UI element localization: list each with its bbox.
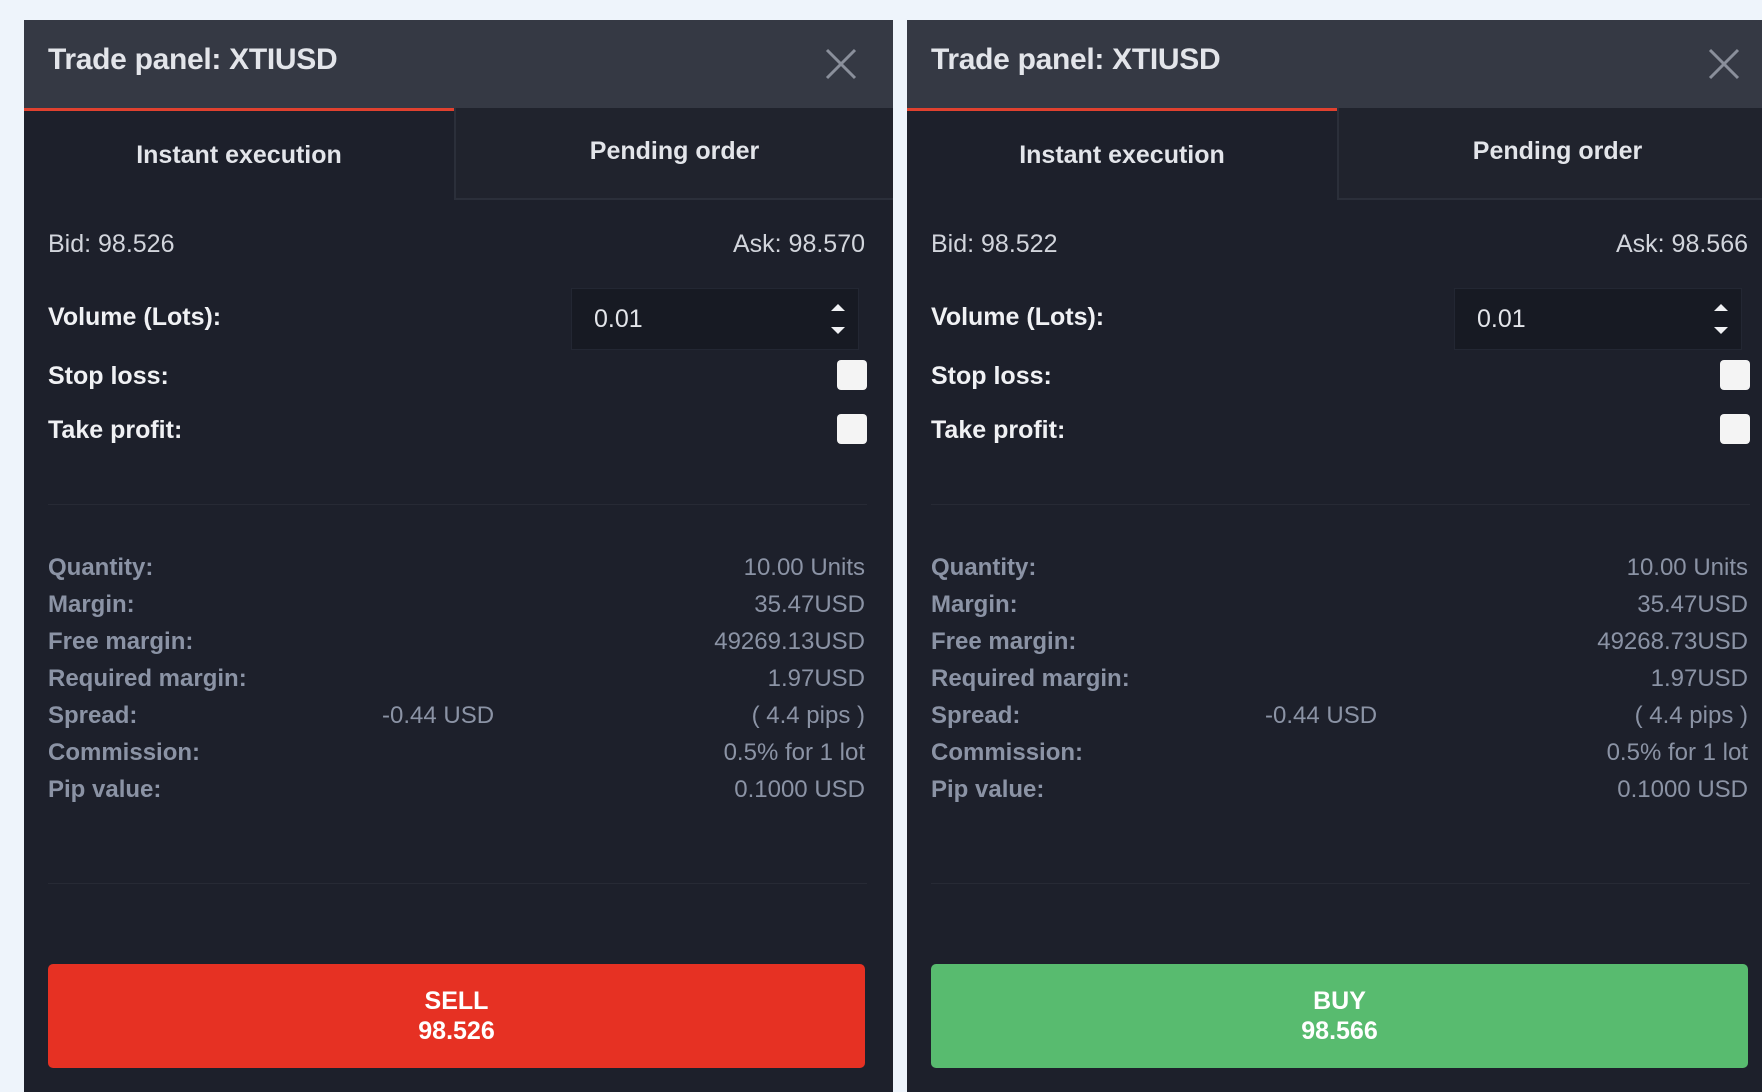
trade-panel-buy: Trade panel: XTIUSD Instant execution Pe…: [907, 20, 1762, 1092]
pip-value-value: 0.1000 USD: [734, 776, 865, 803]
info-row-pip-value: Pip value: 0.1000 USD: [931, 776, 1748, 812]
divider: [48, 883, 867, 884]
info-row-commission: Commission: 0.5% for 1 lot: [48, 739, 865, 775]
spread-label: Spread:: [48, 702, 138, 729]
volume-stepper[interactable]: 0.01: [571, 288, 859, 350]
stop-loss-label: Stop loss:: [48, 362, 169, 390]
panel-title: Trade panel: XTIUSD: [931, 43, 1221, 76]
info-row-required-margin: Required margin: 1.97USD: [48, 665, 865, 701]
stop-loss-label: Stop loss:: [931, 362, 1052, 390]
info-row-margin: Margin: 35.47USD: [48, 591, 865, 627]
chevron-up-icon[interactable]: [826, 299, 850, 317]
ask-price: Ask: 98.566: [1615, 230, 1748, 258]
quantity-label: Quantity:: [48, 554, 154, 581]
quantity-label: Quantity:: [931, 554, 1037, 581]
volume-input[interactable]: 0.01: [1477, 305, 1526, 334]
take-profit-label: Take profit:: [48, 416, 183, 444]
volume-label: Volume (Lots):: [48, 303, 222, 331]
info-row-required-margin: Required margin: 1.97USD: [931, 665, 1748, 701]
info-row-free-margin: Free margin: 49268.73USD: [931, 628, 1748, 664]
panel-title: Trade panel: XTIUSD: [48, 43, 338, 76]
spread-pips-value: ( 4.4 pips ): [751, 702, 865, 729]
sell-button[interactable]: SELL 98.526: [48, 964, 865, 1068]
divider: [48, 504, 867, 505]
commission-label: Commission:: [931, 739, 1084, 766]
buy-button[interactable]: BUY 98.566: [931, 964, 1748, 1068]
margin-label: Margin:: [931, 591, 1018, 618]
required-margin-value: 1.97USD: [1650, 665, 1748, 692]
required-margin-label: Required margin:: [931, 665, 1130, 692]
buy-button-label: BUY: [1313, 987, 1366, 1015]
tab-pending-order[interactable]: Pending order: [454, 108, 893, 200]
order-type-tabs: Instant execution Pending order: [907, 108, 1762, 200]
free-margin-label: Free margin:: [48, 628, 194, 655]
bid-price: Bid: 98.526: [48, 230, 175, 258]
free-margin-label: Free margin:: [931, 628, 1077, 655]
order-type-tabs: Instant execution Pending order: [24, 108, 893, 200]
required-margin-label: Required margin:: [48, 665, 247, 692]
pip-value-label: Pip value:: [48, 776, 162, 803]
chevron-up-icon[interactable]: [1709, 299, 1733, 317]
divider: [931, 883, 1750, 884]
margin-value: 35.47USD: [1637, 591, 1748, 618]
panel-titlebar: Trade panel: XTIUSD: [907, 20, 1762, 108]
tab-instant-execution[interactable]: Instant execution: [907, 108, 1337, 200]
commission-value: 0.5% for 1 lot: [1606, 739, 1748, 766]
divider: [931, 504, 1750, 505]
pip-value-value: 0.1000 USD: [1617, 776, 1748, 803]
take-profit-label: Take profit:: [931, 416, 1066, 444]
info-row-quantity: Quantity: 10.00 Units: [48, 554, 865, 590]
take-profit-checkbox[interactable]: [1720, 414, 1750, 444]
spread-usd-value: -0.44 USD: [1265, 702, 1378, 729]
free-margin-value: 49269.13USD: [714, 628, 865, 655]
chevron-down-icon[interactable]: [1709, 321, 1733, 339]
buy-button-price: 98.566: [1301, 1017, 1378, 1045]
margin-value: 35.47USD: [754, 591, 865, 618]
pip-value-label: Pip value:: [931, 776, 1045, 803]
spread-usd-value: -0.44 USD: [382, 702, 495, 729]
info-row-commission: Commission: 0.5% for 1 lot: [931, 739, 1748, 775]
info-row-quantity: Quantity: 10.00 Units: [931, 554, 1748, 590]
tab-pending-order[interactable]: Pending order: [1337, 108, 1762, 200]
panel-titlebar: Trade panel: XTIUSD: [24, 20, 893, 108]
close-icon[interactable]: [1704, 44, 1744, 84]
margin-label: Margin:: [48, 591, 135, 618]
required-margin-value: 1.97USD: [767, 665, 865, 692]
commission-label: Commission:: [48, 739, 201, 766]
chevron-down-icon[interactable]: [826, 321, 850, 339]
sell-button-label: SELL: [424, 987, 489, 1015]
volume-input[interactable]: 0.01: [594, 305, 643, 334]
spread-label: Spread:: [931, 702, 1021, 729]
close-icon[interactable]: [821, 44, 861, 84]
volume-stepper[interactable]: 0.01: [1454, 288, 1742, 350]
info-row-margin: Margin: 35.47USD: [931, 591, 1748, 627]
take-profit-checkbox[interactable]: [837, 414, 867, 444]
info-row-free-margin: Free margin: 49269.13USD: [48, 628, 865, 664]
sell-button-price: 98.526: [418, 1017, 495, 1045]
info-row-pip-value: Pip value: 0.1000 USD: [48, 776, 865, 812]
ask-price: Ask: 98.570: [732, 230, 865, 258]
trade-panel-sell: Trade panel: XTIUSD Instant execution Pe…: [24, 20, 893, 1092]
free-margin-value: 49268.73USD: [1597, 628, 1748, 655]
spread-pips-value: ( 4.4 pips ): [1634, 702, 1748, 729]
tab-instant-execution[interactable]: Instant execution: [24, 108, 454, 200]
info-row-spread: Spread: -0.44 USD ( 4.4 pips ): [48, 702, 865, 738]
bid-price: Bid: 98.522: [931, 230, 1058, 258]
quantity-value: 10.00 Units: [1626, 554, 1748, 581]
info-row-spread: Spread: -0.44 USD ( 4.4 pips ): [931, 702, 1748, 738]
stop-loss-checkbox[interactable]: [1720, 360, 1750, 390]
stop-loss-checkbox[interactable]: [837, 360, 867, 390]
quantity-value: 10.00 Units: [743, 554, 865, 581]
commission-value: 0.5% for 1 lot: [723, 739, 865, 766]
volume-label: Volume (Lots):: [931, 303, 1105, 331]
